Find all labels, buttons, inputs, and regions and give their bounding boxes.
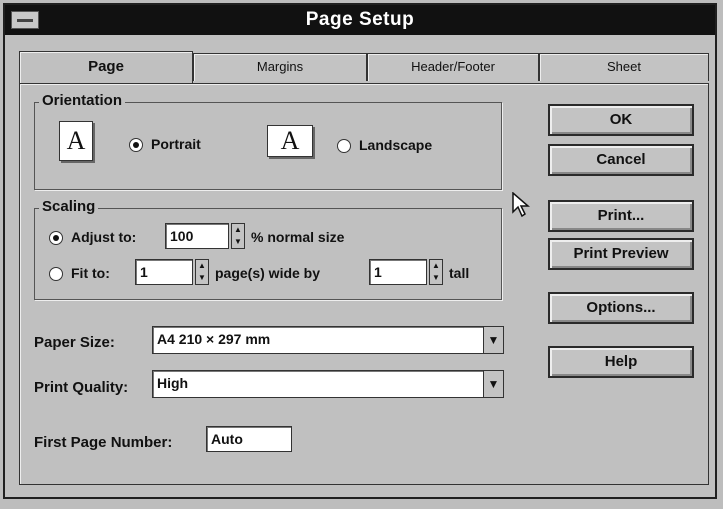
adjust-to-label: Adjust to:: [71, 229, 137, 245]
tab-sheet[interactable]: Sheet: [539, 53, 709, 81]
first-page-number-input[interactable]: Auto: [206, 426, 292, 452]
paper-size-label: Paper Size:: [34, 334, 115, 351]
adjust-to-input[interactable]: 100: [165, 223, 229, 249]
mouse-pointer-icon: [512, 192, 530, 218]
fit-tall-suffix: tall: [449, 265, 470, 281]
print-button[interactable]: Print...: [548, 200, 694, 232]
fit-tall-input[interactable]: 1: [369, 259, 427, 285]
adjust-to-suffix: % normal size: [251, 229, 345, 245]
fit-wide-input[interactable]: 1: [135, 259, 193, 285]
scaling-legend: Scaling: [39, 198, 99, 215]
tab-page-label: Page: [88, 58, 124, 75]
paper-size-value: A4 210 × 297 mm: [157, 331, 271, 347]
paper-size-select[interactable]: A4 210 × 297 mm ▼: [152, 326, 504, 354]
window-title: Page Setup: [305, 9, 415, 30]
adjust-to-radio[interactable]: [49, 231, 63, 245]
scaling-group: Scaling Adjust to: 100 ▲ ▼ % normal size …: [34, 198, 502, 300]
portrait-page-icon: A: [59, 121, 93, 161]
tab-header-footer-label: Header/Footer: [411, 59, 495, 74]
print-preview-button[interactable]: Print Preview: [548, 238, 694, 270]
orientation-legend: Orientation: [39, 92, 126, 109]
page-tab-panel: Orientation A Portrait A Landscape Scali…: [19, 83, 709, 485]
title-bar: Page Setup: [5, 5, 715, 35]
fit-to-label: Fit to:: [71, 265, 110, 281]
landscape-page-icon: A: [267, 125, 313, 157]
landscape-radio[interactable]: [337, 139, 351, 153]
options-button[interactable]: Options...: [548, 292, 694, 324]
print-quality-value: High: [157, 375, 189, 391]
tab-page[interactable]: Page: [19, 51, 193, 85]
tab-margins-label: Margins: [256, 59, 304, 74]
print-quality-select[interactable]: High ▼: [152, 370, 504, 398]
fit-tall-spinner-icon[interactable]: ▲ ▼: [429, 259, 443, 285]
fit-wide-spinner-icon[interactable]: ▲ ▼: [195, 259, 209, 285]
help-button[interactable]: Help: [548, 346, 694, 378]
print-quality-dropdown-icon[interactable]: ▼: [483, 371, 503, 397]
tab-margins[interactable]: Margins: [193, 53, 367, 81]
fit-to-radio[interactable]: [49, 267, 63, 281]
print-quality-label: Print Quality:: [34, 379, 129, 396]
portrait-label: Portrait: [151, 136, 201, 152]
tab-header-footer[interactable]: Header/Footer: [367, 53, 539, 81]
paper-size-dropdown-icon[interactable]: ▼: [483, 327, 503, 353]
tab-sheet-label: Sheet: [607, 59, 641, 74]
page-setup-dialog: Page Setup Page Margins Header/Footer Sh…: [3, 3, 717, 499]
orientation-group: Orientation A Portrait A Landscape: [34, 92, 502, 190]
first-page-number-label: First Page Number:: [34, 434, 173, 451]
ok-button[interactable]: OK: [548, 104, 694, 136]
landscape-label: Landscape: [359, 137, 433, 153]
portrait-radio[interactable]: [129, 138, 143, 152]
cancel-button[interactable]: Cancel: [548, 144, 694, 176]
adjust-to-spinner-icon[interactable]: ▲ ▼: [231, 223, 245, 249]
fit-wide-suffix: page(s) wide by: [215, 265, 321, 281]
